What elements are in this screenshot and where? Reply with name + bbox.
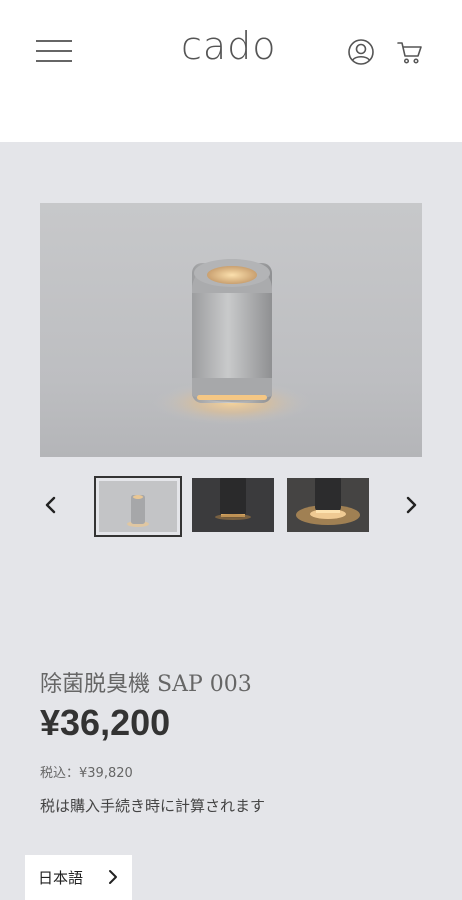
chevron-right-icon[interactable] (402, 496, 420, 514)
site-header: cado (0, 0, 462, 142)
product-title: 除菌脱臭機 SAP 003 (40, 672, 252, 697)
brand-logo[interactable]: cado (181, 24, 277, 68)
tax-included-price: 税込：¥39,820 (40, 766, 133, 781)
product-main-image (40, 203, 422, 457)
cart-icon[interactable] (396, 38, 424, 66)
thumbnail-2[interactable] (192, 478, 274, 532)
user-icon[interactable] (347, 38, 375, 66)
language-label: 日本語 (38, 869, 84, 887)
product-price: ¥36,200 (40, 702, 171, 743)
chevron-right-icon (106, 869, 120, 885)
tax-note: 税は購入手続き時に計算されます (40, 797, 266, 815)
chevron-left-icon[interactable] (42, 496, 60, 514)
thumbnail-1[interactable] (94, 476, 182, 537)
thumbnail-3[interactable] (287, 478, 369, 532)
thumbnail-carousel (0, 470, 462, 540)
language-selector[interactable]: 日本語 (25, 855, 132, 900)
hamburger-menu-icon[interactable] (36, 38, 74, 64)
